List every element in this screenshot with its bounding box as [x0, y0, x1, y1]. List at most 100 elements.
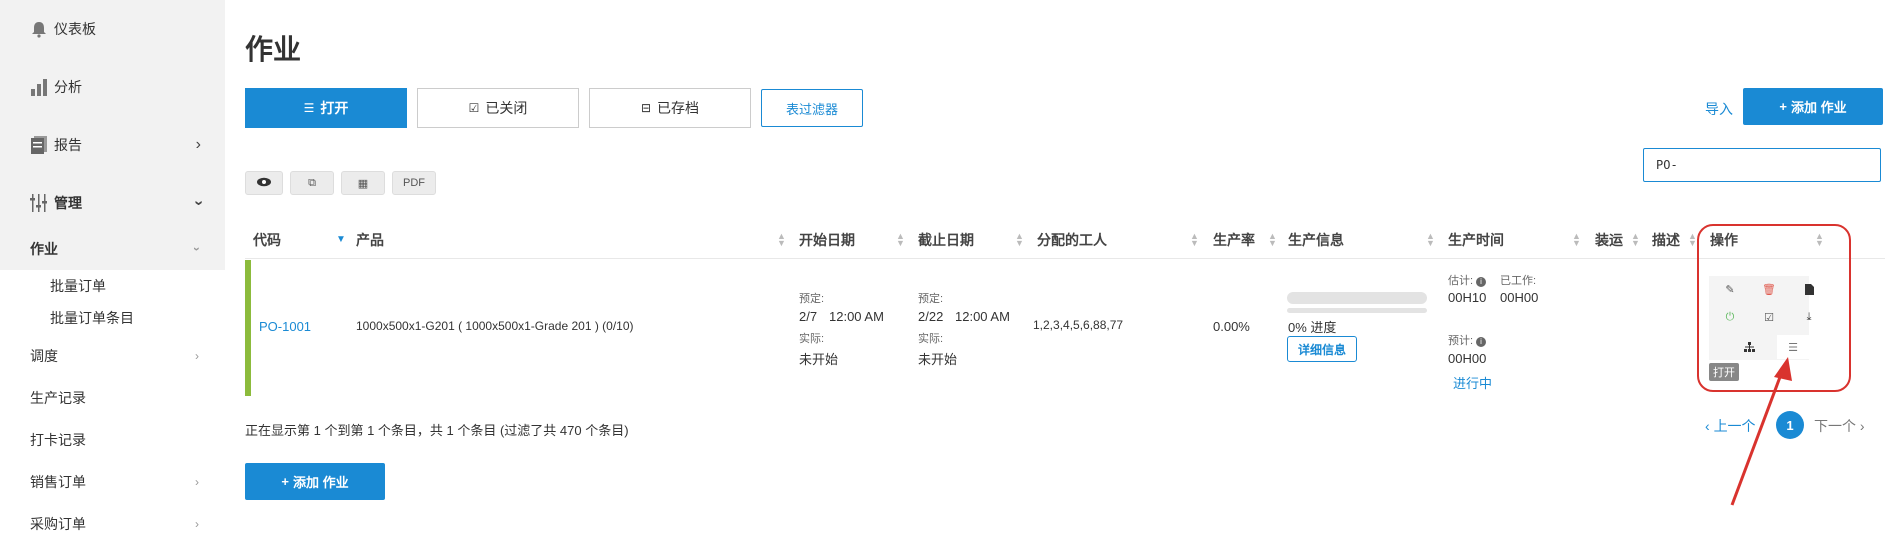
expected-label-row: 预计: i — [1448, 332, 1487, 348]
prev-page-link[interactable]: ‹ 上一个 — [1705, 416, 1756, 436]
chevron-right-icon: › — [195, 136, 201, 153]
sort-icon[interactable]: ▲ ▼ — [1572, 232, 1581, 248]
column-visibility-button[interactable] — [245, 171, 283, 195]
sidebar: 仪表板 分析 报告 › 管理 › 作业 › 批量订单 批量订单条目 调度 › 生… — [0, 0, 225, 548]
column-header-shipping[interactable]: 装运 — [1595, 230, 1623, 250]
pdf-button[interactable]: PDF — [392, 171, 436, 195]
start-planned-label: 预定: — [799, 293, 825, 305]
sidebar-item-jobs[interactable]: 作业 › — [0, 228, 225, 270]
worked-label: 已工作: — [1500, 275, 1537, 287]
sort-icon[interactable]: ▲ ▼ — [1015, 232, 1024, 248]
end-actual-value: 未开始 — [918, 352, 958, 367]
progress-text: 0% 进度 — [1288, 320, 1337, 335]
info-icon[interactable]: i — [1476, 277, 1487, 287]
report-icon — [28, 134, 50, 156]
sort-icon[interactable]: ▲ ▼ — [896, 232, 905, 248]
sidebar-item-label: 分析 — [54, 79, 82, 95]
column-header-production-info[interactable]: 生产信息 — [1288, 230, 1344, 250]
excel-button[interactable]: ▦ — [341, 171, 385, 195]
progress-bar — [1287, 292, 1427, 304]
tab-closed[interactable]: ☑ 已关闭 — [417, 88, 579, 128]
sliders-icon — [28, 192, 50, 214]
column-header-product[interactable]: 产品 — [356, 230, 384, 250]
sidebar-item-label: 调度 — [30, 348, 58, 364]
sidebar-item-reports[interactable]: 报告 › — [0, 116, 225, 174]
bar-chart-icon — [28, 76, 50, 98]
copy-button[interactable]: ⧉ — [290, 171, 334, 195]
sidebar-item-analytics[interactable]: 分析 — [0, 58, 225, 116]
sidebar-item-batch-order-lines[interactable]: 批量订单条目 — [0, 302, 225, 334]
sidebar-item-clock-records[interactable]: 打卡记录 — [0, 419, 225, 461]
row-status-indicator — [245, 260, 251, 396]
sidebar-item-production-records[interactable]: 生产记录 — [0, 377, 225, 419]
table-icon: ▦ — [357, 177, 369, 190]
sort-icon[interactable]: ▲ ▼ — [1688, 232, 1697, 248]
bell-icon — [28, 18, 50, 40]
worked-value: 00H00 — [1500, 290, 1539, 305]
sidebar-item-label: 销售订单 — [30, 474, 86, 490]
sidebar-item-sales-orders[interactable]: 销售订单 › — [0, 461, 225, 503]
table-info-text: 正在显示第 1 个到第 1 个条目，共 1 个条目 (过滤了共 470 个条目) — [245, 423, 629, 438]
page-title: 作业 — [245, 34, 302, 65]
chevron-right-icon: › — [195, 349, 199, 363]
plus-icon: + — [281, 474, 289, 489]
progress-bar-secondary — [1287, 308, 1427, 313]
start-planned-date: 2/7 — [799, 309, 818, 324]
end-planned-label: 预定: — [918, 293, 944, 305]
job-code-link[interactable]: PO-1001 — [259, 319, 311, 334]
sort-icon[interactable]: ▲ ▼ — [777, 232, 786, 248]
checkbox-icon: ☑ — [468, 101, 480, 115]
sidebar-item-batch-orders[interactable]: 批量订单 — [0, 270, 225, 302]
sort-icon[interactable]: ▲ ▼ — [1268, 232, 1277, 248]
sidebar-item-label: 批量订单条目 — [50, 310, 134, 326]
sort-icon[interactable]: ▲ ▼ — [1631, 232, 1640, 248]
copy-icon: ⧉ — [308, 176, 316, 189]
end-planned-date: 2/22 — [918, 309, 944, 324]
column-header-start-date[interactable]: 开始日期 — [799, 230, 855, 250]
chevron-right-icon: › — [195, 517, 199, 531]
add-job-label: 添加 作业 — [1790, 100, 1847, 115]
add-job-button[interactable]: + 添加 作业 — [1743, 88, 1883, 125]
chevron-down-icon: › — [190, 200, 208, 206]
page-number-current[interactable]: 1 — [1776, 411, 1804, 439]
add-job-label: 添加 作业 — [292, 475, 349, 490]
column-header-due-date[interactable]: 截止日期 — [918, 230, 974, 250]
sidebar-item-label: 采购订单 — [30, 516, 86, 532]
tab-label: 已关闭 — [485, 100, 528, 116]
column-header-workers[interactable]: 分配的工人 — [1037, 230, 1107, 250]
table-filter-button[interactable]: 表过滤器 — [761, 89, 863, 127]
details-button[interactable]: 详细信息 — [1287, 336, 1357, 362]
tab-archived[interactable]: ⊟ 已存档 — [589, 88, 751, 128]
list-icon: ☰ — [303, 101, 315, 115]
chevron-left-icon: ‹ — [1705, 418, 1710, 434]
prev-label: 上一个 — [1713, 418, 1756, 434]
sort-icon[interactable]: ▲ ▼ — [1190, 232, 1199, 248]
end-actual-label: 实际: — [918, 333, 944, 345]
inbox-icon: ⊟ — [640, 101, 652, 115]
sort-icon[interactable]: ▲ ▼ — [1426, 232, 1435, 248]
add-job-button-bottom[interactable]: + 添加 作业 — [245, 463, 385, 500]
column-header-description[interactable]: 描述 — [1652, 230, 1680, 250]
sort-desc-icon[interactable]: ▼ — [336, 234, 346, 245]
estimate-label: 估计: — [1448, 275, 1474, 287]
column-header-rate[interactable]: 生产率 — [1213, 230, 1255, 250]
plus-icon: + — [1779, 99, 1787, 114]
expected-label: 预计: — [1448, 335, 1474, 347]
start-planned-time: 12:00 AM — [829, 309, 884, 324]
sidebar-item-scheduling[interactable]: 调度 › — [0, 335, 225, 377]
product-cell: 1000x500x1-G201 ( 1000x500x1-Grade 201 )… — [356, 319, 634, 333]
column-header-code[interactable]: 代码 — [253, 230, 281, 250]
next-page-link[interactable]: 下一个 › — [1814, 416, 1865, 436]
column-header-production-time[interactable]: 生产时间 — [1448, 230, 1504, 250]
search-input[interactable] — [1643, 148, 1881, 182]
tab-open[interactable]: ☰ 打开 — [245, 88, 407, 128]
sidebar-item-label: 报告 — [54, 137, 82, 153]
start-actual-label: 实际: — [799, 333, 825, 345]
sidebar-item-manage[interactable]: 管理 › — [0, 174, 225, 232]
sidebar-item-purchase-orders[interactable]: 采购订单 › — [0, 503, 225, 545]
status-in-progress[interactable]: 进行中 — [1453, 373, 1492, 392]
import-link[interactable]: 导入 — [1705, 99, 1733, 119]
sidebar-item-dashboard[interactable]: 仪表板 — [0, 0, 225, 58]
workers-cell: 1,2,3,4,5,6,88,77 — [1033, 318, 1124, 332]
info-icon[interactable]: i — [1476, 337, 1487, 347]
